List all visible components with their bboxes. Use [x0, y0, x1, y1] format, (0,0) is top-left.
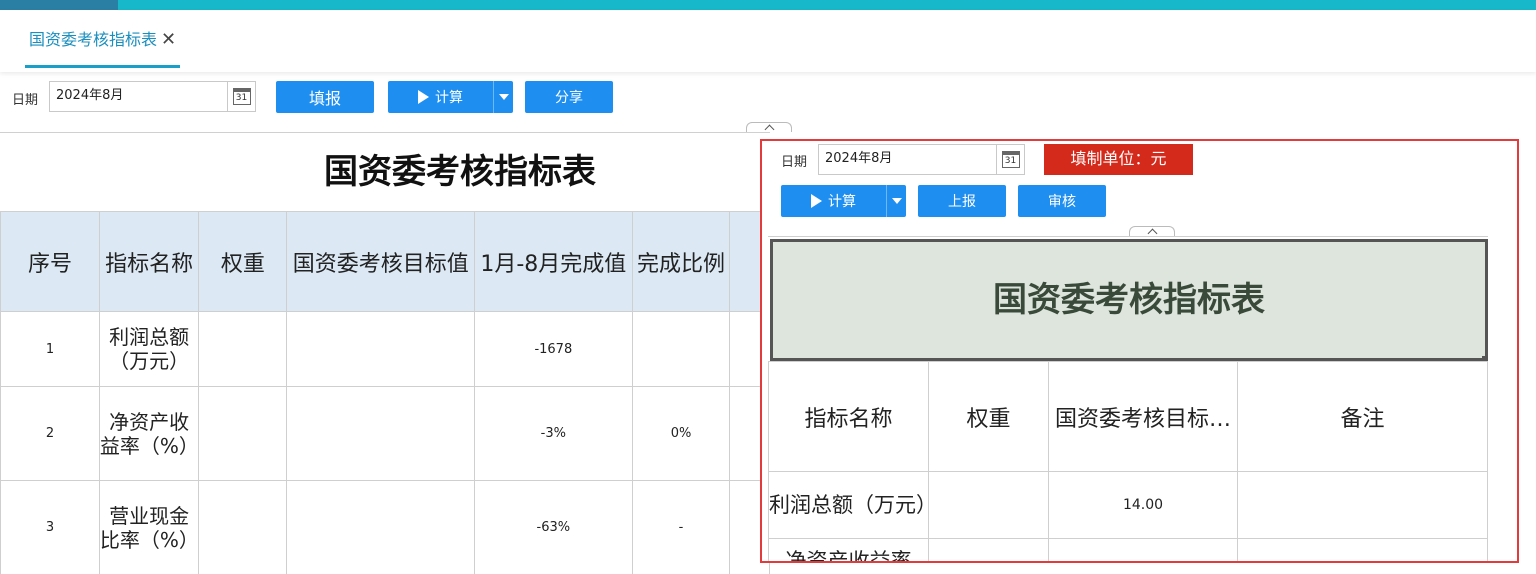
preview-cell-weight[interactable] [928, 538, 1049, 561]
table-row: 利润总额（万元） 14.00 [768, 471, 1488, 539]
calendar-icon: 31 [232, 88, 251, 105]
unit-badge: 填制单位：元 [1044, 144, 1193, 175]
overlay-collapse-toggle[interactable] [1129, 226, 1175, 239]
cell-ratio[interactable] [631, 311, 731, 387]
top-accent-bar [0, 0, 1536, 10]
report-preview-panel: 日期 2024年8月 31 填制单位：元 计算 上报 审核 国资委考核指标表 指… [760, 139, 1519, 563]
cell-name[interactable]: 营业现金比率（%） [98, 480, 200, 574]
header-ratio: 完成比例 [631, 211, 731, 312]
preview-cell-name[interactable]: 净资产收益率 [768, 538, 929, 561]
cell-weight[interactable] [198, 311, 288, 387]
cell-ratio[interactable]: 0% [631, 386, 731, 481]
play-icon [418, 90, 429, 104]
cell-target[interactable] [286, 386, 476, 481]
cell-seq[interactable]: 3 [0, 480, 100, 574]
preview-title[interactable]: 国资委考核指标表 [770, 239, 1488, 361]
preview-cell-target[interactable] [1048, 538, 1238, 561]
sheet-title: 国资委考核指标表 [324, 152, 596, 192]
chevron-down-icon [498, 94, 509, 100]
calendar-icon: 31 [1001, 151, 1020, 168]
top-accent-bar-left [0, 0, 118, 10]
report-button[interactable]: 上报 [918, 185, 1006, 217]
calc-button[interactable]: 计算 [388, 81, 513, 113]
overlay-calc-dropdown-toggle[interactable] [886, 185, 906, 217]
tab-strip: 国资委考核指标表 ✕ [0, 10, 1536, 72]
table-row: 3 营业现金比率（%） -63% - [0, 480, 770, 574]
table-row: 2 净资产收益率（%） -3% 0% [0, 386, 770, 481]
cell-weight[interactable] [198, 386, 288, 481]
cell-ratio[interactable]: - [631, 480, 731, 574]
date-label: 日期 [12, 93, 39, 108]
header-actual: 1月-8月完成值 [474, 211, 633, 312]
header-target: 国资委考核目标值 [286, 211, 476, 312]
overlay-calendar-button[interactable]: 31 [996, 145, 1024, 174]
header-weight: 权重 [198, 211, 288, 312]
preview-cell-remark[interactable] [1237, 538, 1488, 561]
calendar-button[interactable]: 31 [227, 82, 255, 111]
preview-header-row: 指标名称 权重 国资委考核目标… 备注 [768, 361, 1488, 472]
fill-button[interactable]: 填报 [276, 81, 374, 113]
close-icon[interactable]: ✕ [161, 29, 176, 50]
indicator-table: 序号 指标名称 权重 国资委考核目标值 1月-8月完成值 完成比例 1 利润总额… [0, 211, 770, 574]
cell-seq[interactable]: 2 [0, 386, 100, 481]
preview-header-remark: 备注 [1237, 361, 1488, 472]
calc-label: 计算 [435, 90, 463, 106]
tab-label: 国资委考核指标表 [29, 30, 158, 49]
report-sheet: 国资委考核指标表 序号 指标名称 权重 国资委考核目标值 1月-8月完成值 完成… [0, 132, 770, 574]
date-input[interactable]: 2024年8月 31 [49, 81, 256, 112]
calc-dropdown-toggle[interactable] [493, 81, 513, 113]
preview-cell-weight[interactable] [928, 471, 1049, 539]
date-value: 2024年8月 [56, 88, 124, 103]
overlay-date-value: 2024年8月 [825, 151, 893, 166]
preview-cell-target[interactable]: 14.00 [1048, 471, 1238, 539]
table-row: 1 利润总额（万元） -1678 [0, 311, 770, 387]
cell-name[interactable]: 利润总额（万元） [98, 311, 200, 387]
share-button[interactable]: 分享 [525, 81, 613, 113]
cell-seq[interactable]: 1 [0, 311, 100, 387]
header-seq: 序号 [0, 211, 100, 312]
preview-header-target: 国资委考核目标… [1048, 361, 1238, 472]
tab-guozi-indicator[interactable]: 国资委考核指标表 ✕ [25, 28, 181, 68]
cell-name[interactable]: 净资产收益率（%） [98, 386, 200, 481]
cell-target[interactable] [286, 480, 476, 574]
overlay-calc-button[interactable]: 计算 [781, 185, 906, 217]
chevron-down-icon [891, 198, 902, 204]
cell-actual[interactable]: -1678 [474, 311, 633, 387]
cell-actual[interactable]: -63% [474, 480, 633, 574]
preview-sheet: 国资委考核指标表 指标名称 权重 国资委考核目标… 备注 利润总额（万元） 14… [768, 236, 1488, 561]
audit-button[interactable]: 审核 [1018, 185, 1106, 217]
preview-table: 指标名称 权重 国资委考核目标… 备注 利润总额（万元） 14.00 净资产收益… [768, 361, 1488, 561]
overlay-calc-label: 计算 [828, 194, 856, 210]
preview-cell-name[interactable]: 利润总额（万元） [768, 471, 937, 539]
preview-header-weight: 权重 [928, 361, 1049, 472]
table-header-row: 序号 指标名称 权重 国资委考核目标值 1月-8月完成值 完成比例 [0, 211, 770, 312]
cell-actual[interactable]: -3% [474, 386, 633, 481]
overlay-date-input[interactable]: 2024年8月 31 [818, 144, 1025, 175]
preview-cell-remark[interactable] [1237, 471, 1488, 539]
preview-header-name: 指标名称 [768, 361, 929, 472]
table-row: 净资产收益率 [768, 538, 1488, 561]
cell-weight[interactable] [198, 480, 288, 574]
collapse-toolbar-toggle[interactable] [746, 122, 792, 135]
play-icon [811, 194, 822, 208]
cell-target[interactable] [286, 311, 476, 387]
overlay-date-label: 日期 [781, 155, 808, 170]
header-name: 指标名称 [98, 211, 200, 312]
